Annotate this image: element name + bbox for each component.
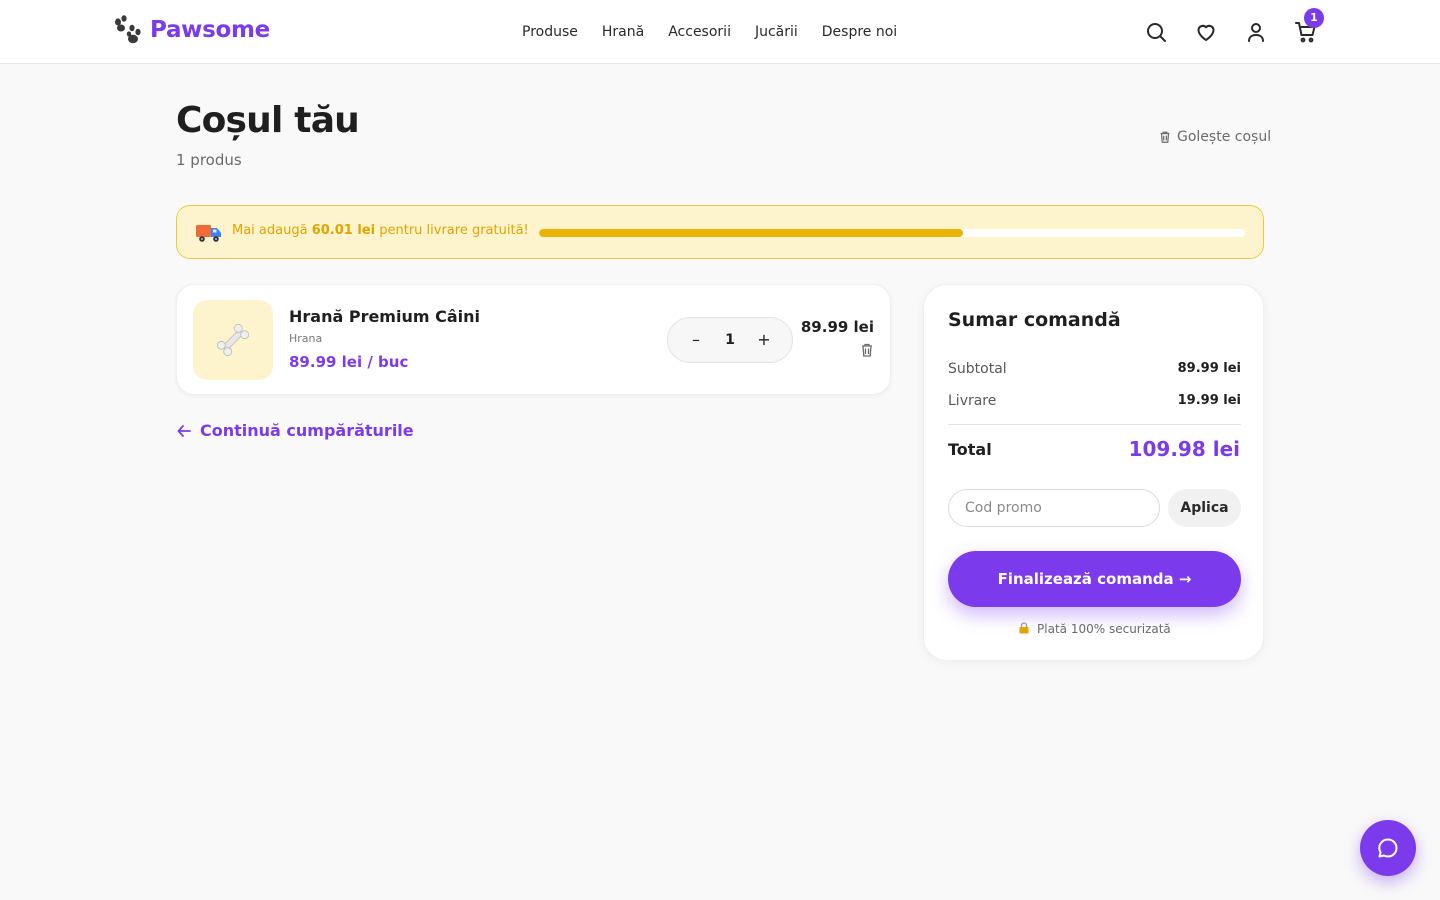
product-thumbnail[interactable] [193,300,273,380]
increase-quantity-button[interactable]: + [744,318,784,362]
nav-item-hrana[interactable]: Hrană [602,24,644,40]
shipping-prefix: Mai adaugă [232,223,308,238]
summary-divider [948,424,1241,425]
bone-icon [216,323,250,357]
total-label: Total [948,440,992,459]
promo-code-input[interactable] [948,489,1160,527]
logo[interactable]: Pawsome [112,14,270,46]
apply-promo-button[interactable]: Aplica [1168,489,1241,527]
shipping-label: Livrare [948,393,997,409]
shipping-remaining-amount: 60.01 lei [311,223,376,238]
nav-item-produse[interactable]: Produse [522,24,578,40]
lock-icon [1019,622,1029,634]
arrow-left-icon [177,424,191,437]
decrease-quantity-button[interactable]: – [676,318,716,362]
truck-icon [196,225,221,242]
trash-icon [1160,131,1170,143]
shipping-progress-fill [539,229,963,237]
product-name[interactable]: Hrană Premium Câini [289,307,480,326]
page-title: Coșul tău [176,100,360,141]
product-unit-price: 89.99 lei / buc [289,353,409,371]
brand-name: Pawsome [150,17,270,43]
nav-item-accesorii[interactable]: Accesorii [668,24,731,40]
order-summary: Sumar comandă Subtotal 89.99 lei Livrare… [923,284,1264,661]
secure-payment-note: Plată 100% securizată [924,622,1265,636]
checkout-button[interactable]: Finalizează comanda → [948,551,1241,607]
secure-payment-text: Plată 100% securizată [1037,622,1171,636]
shipping-value: 19.99 lei [1177,393,1241,408]
product-category: Hrana [289,332,323,345]
continue-shopping-label: Continuă cumpărăturile [200,421,414,440]
cart-count-badge: 1 [1304,8,1324,28]
main-nav: Produse Hrană Accesorii Jucării Despre n… [510,0,909,64]
summary-title: Sumar comandă [948,309,1121,331]
total-value: 109.98 lei [1128,437,1240,461]
user-icon[interactable] [1244,20,1268,44]
site-header: Pawsome Produse Hrană Accesorii Jucării … [0,0,1440,64]
subtotal-row: Subtotal 89.99 lei [948,361,1241,377]
chat-button[interactable] [1360,820,1416,876]
chat-bubble-icon [1378,838,1398,858]
shipping-progress-bar [539,229,1245,237]
item-count: 1 produs [176,151,242,169]
free-shipping-banner: Mai adaugă 60.01 lei pentru livrare grat… [176,205,1264,259]
nav-item-jucarii[interactable]: Jucării [755,24,798,40]
nav-item-despre-noi[interactable]: Despre noi [822,24,897,40]
cart-icon[interactable]: 1 [1294,8,1324,44]
clear-cart-button[interactable]: Golește coșul [1158,129,1271,145]
header-actions: 1 [1144,8,1344,44]
quantity-stepper: – 1 + [667,317,793,363]
heart-icon[interactable] [1194,20,1218,44]
free-shipping-message: Mai adaugă 60.01 lei pentru livrare grat… [232,223,529,238]
shipping-suffix: pentru livrare gratuită! [379,223,529,238]
quantity-value: 1 [725,332,735,348]
continue-shopping-link[interactable]: Continuă cumpărăturile [176,421,414,440]
subtotal-label: Subtotal [948,361,1007,377]
search-icon[interactable] [1144,20,1168,44]
clear-cart-label: Golește coșul [1177,129,1272,145]
shipping-row: Livrare 19.99 lei [948,393,1241,409]
cart-item: Hrană Premium Câini Hrana 89.99 lei / bu… [176,284,891,395]
paw-icon [115,15,141,44]
remove-item-icon[interactable] [859,342,875,358]
subtotal-value: 89.99 lei [1177,361,1241,376]
item-total-price: 89.99 lei [800,318,874,336]
